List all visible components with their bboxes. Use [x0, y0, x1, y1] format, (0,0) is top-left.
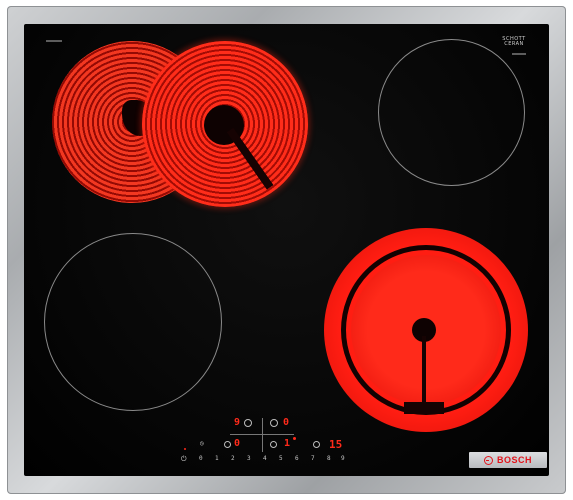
slider-digit-4[interactable]: 4	[263, 455, 267, 462]
bosch-logo-icon	[483, 455, 493, 465]
slider-digit-8[interactable]: 8	[327, 455, 331, 462]
front-right-level-display: 15	[329, 438, 343, 451]
front-left-level-display: 0	[234, 438, 241, 449]
slider-digit-2[interactable]: 2	[231, 455, 235, 462]
slider-digit-5[interactable]: 5	[279, 455, 283, 462]
slider-digit-6[interactable]: 6	[295, 455, 299, 462]
model-marking-right	[512, 53, 526, 55]
timer-icon[interactable]: ◷	[200, 440, 204, 447]
slider-digit-1[interactable]: 1	[215, 455, 219, 462]
zone-active-indicator	[293, 437, 296, 440]
small-zone-level-display: 1	[284, 438, 291, 449]
control-divider-vertical	[262, 418, 263, 452]
schott-ceran-logo: SCHOTT CERAN	[502, 36, 526, 47]
model-marking	[46, 40, 62, 42]
front-right-zone-terminal	[404, 402, 444, 414]
slider-digit-9[interactable]: 9	[341, 455, 345, 462]
back-left-zone-select[interactable]	[244, 419, 252, 427]
slider-digit-3[interactable]: 3	[247, 455, 251, 462]
front-left-cooking-zone	[44, 233, 222, 411]
front-right-zone-select[interactable]	[313, 441, 320, 448]
slider-digit-7[interactable]: 7	[311, 455, 315, 462]
bosch-brand-name: BOSCH	[496, 455, 532, 465]
back-left-level-display: 9	[234, 417, 241, 428]
slider-digit-0[interactable]: 0	[199, 455, 203, 462]
back-right-zone-select[interactable]	[270, 419, 278, 427]
power-level-slider[interactable]: 0 1 2 3 4 5 6 7 8 9	[180, 455, 348, 465]
back-right-cooking-zone	[378, 39, 525, 186]
front-right-zone-sensor-rod	[422, 336, 426, 406]
bosch-badge: BOSCH	[469, 452, 547, 468]
front-left-zone-select[interactable]	[224, 441, 231, 448]
back-right-level-display: 0	[283, 417, 290, 428]
control-divider-horizontal	[230, 434, 294, 435]
power-indicator	[184, 448, 186, 450]
small-zone-select[interactable]	[270, 441, 277, 448]
